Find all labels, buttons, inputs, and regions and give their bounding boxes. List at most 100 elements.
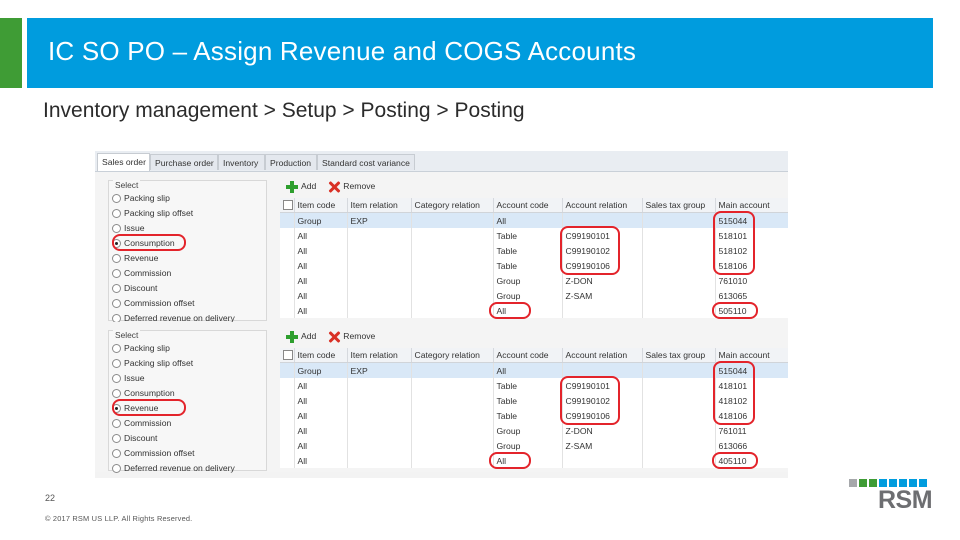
table-row[interactable]: Group EXP All 515044 xyxy=(280,212,788,228)
table-cell[interactable] xyxy=(347,393,412,408)
table-cell[interactable]: 613066 xyxy=(715,438,788,453)
remove-button[interactable]: Remove xyxy=(328,328,375,344)
table-cell[interactable] xyxy=(347,243,412,258)
radio-option-packing-slip-offset[interactable]: Packing slip offset xyxy=(112,356,193,371)
radio-button[interactable] xyxy=(112,344,121,354)
radio-option-commission-offset[interactable]: Commission offset xyxy=(112,446,195,461)
table-cell[interactable] xyxy=(411,258,494,273)
table-cell[interactable] xyxy=(411,273,494,288)
table-cell[interactable] xyxy=(642,408,716,423)
table-cell[interactable] xyxy=(642,273,716,288)
table-cell[interactable] xyxy=(642,423,716,438)
table-cell[interactable] xyxy=(347,258,412,273)
tab-standard-cost-variance[interactable]: Standard cost variance xyxy=(317,154,415,170)
table-cell[interactable] xyxy=(411,453,494,468)
table-cell[interactable] xyxy=(642,288,716,303)
table-cell[interactable]: All xyxy=(294,453,348,468)
radio-button[interactable] xyxy=(112,359,121,369)
table-cell[interactable]: All xyxy=(493,212,563,228)
table-cell[interactable]: Group xyxy=(294,212,348,228)
table-cell[interactable]: Z-SAM xyxy=(562,288,643,303)
tab-purchase-order[interactable]: Purchase order xyxy=(150,154,218,170)
table-cell[interactable] xyxy=(411,408,494,423)
column-header-item-relation[interactable]: Item relation xyxy=(347,198,412,213)
radio-button[interactable] xyxy=(112,464,121,474)
table-cell[interactable] xyxy=(347,438,412,453)
table-cell[interactable]: Table xyxy=(493,408,563,423)
table-row[interactable]: All Table C99190101 518101 xyxy=(280,228,788,243)
table-cell[interactable] xyxy=(411,243,494,258)
table-cell[interactable] xyxy=(642,303,716,318)
tab-production[interactable]: Production xyxy=(265,154,317,170)
radio-option-discount[interactable]: Discount xyxy=(112,281,157,296)
table-cell[interactable] xyxy=(347,378,412,393)
table-cell[interactable] xyxy=(411,228,494,243)
column-header-item-relation[interactable]: Item relation xyxy=(347,348,412,363)
table-cell[interactable]: Group xyxy=(294,362,348,378)
column-header-category-relation[interactable]: Category relation xyxy=(411,348,494,363)
radio-button[interactable] xyxy=(112,269,121,279)
table-cell[interactable] xyxy=(411,362,494,378)
table-cell[interactable]: All xyxy=(493,362,563,378)
table-cell[interactable]: Z-DON xyxy=(562,423,643,438)
table-row[interactable]: All Table C99190102 518102 xyxy=(280,243,788,258)
table-cell[interactable] xyxy=(347,273,412,288)
radio-button[interactable] xyxy=(112,299,121,309)
table-cell[interactable] xyxy=(642,258,716,273)
column-header-sales-tax-group[interactable]: Sales tax group xyxy=(642,198,716,213)
table-cell[interactable] xyxy=(562,303,643,318)
radio-option-packing-slip[interactable]: Packing slip xyxy=(112,191,170,206)
table-cell[interactable] xyxy=(347,228,412,243)
table-cell[interactable]: Z-SAM xyxy=(562,438,643,453)
table-cell[interactable]: All xyxy=(294,288,348,303)
table-cell[interactable] xyxy=(642,438,716,453)
select-all-checkbox[interactable] xyxy=(283,350,293,361)
remove-button[interactable]: Remove xyxy=(328,178,375,194)
table-cell[interactable]: EXP xyxy=(347,362,412,378)
column-header-account-code[interactable]: Account code xyxy=(493,198,563,213)
column-header-account-code[interactable]: Account code xyxy=(493,348,563,363)
table-row[interactable]: All Table C99190106 418106 xyxy=(280,408,788,423)
table-row[interactable]: All Table C99190106 518106 xyxy=(280,258,788,273)
table-cell[interactable]: All xyxy=(294,243,348,258)
table-cell[interactable]: All xyxy=(294,258,348,273)
table-cell[interactable]: All xyxy=(294,408,348,423)
table-cell[interactable] xyxy=(347,408,412,423)
table-row[interactable]: All Group Z-DON 761010 xyxy=(280,273,788,288)
column-header-category-relation[interactable]: Category relation xyxy=(411,198,494,213)
table-cell[interactable]: Table xyxy=(493,243,563,258)
table-cell[interactable]: All xyxy=(294,393,348,408)
table-cell[interactable] xyxy=(642,378,716,393)
table-cell[interactable] xyxy=(642,212,716,228)
radio-button[interactable] xyxy=(112,209,121,219)
table-cell[interactable]: All xyxy=(294,228,348,243)
table-cell[interactable] xyxy=(411,393,494,408)
table-row[interactable]: All Group Z-DON 761011 xyxy=(280,423,788,438)
table-cell[interactable]: All xyxy=(294,378,348,393)
table-row[interactable]: All Table C99190101 418101 xyxy=(280,378,788,393)
radio-button[interactable] xyxy=(112,389,121,399)
radio-option-packing-slip[interactable]: Packing slip xyxy=(112,341,170,356)
table-cell[interactable]: All xyxy=(294,303,348,318)
radio-button[interactable] xyxy=(112,284,121,294)
radio-button[interactable] xyxy=(112,449,121,459)
table-cell[interactable]: 613065 xyxy=(715,288,788,303)
table-row[interactable]: Group EXP All 515044 xyxy=(280,362,788,378)
radio-option-commission-offset[interactable]: Commission offset xyxy=(112,296,195,311)
radio-option-deferred-revenue-on-delivery[interactable]: Deferred revenue on delivery xyxy=(112,461,235,476)
table-row[interactable]: All Group Z-SAM 613065 xyxy=(280,288,788,303)
table-cell[interactable] xyxy=(411,212,494,228)
table-row[interactable]: All Table C99190102 418102 xyxy=(280,393,788,408)
table-cell[interactable]: Group xyxy=(493,288,563,303)
column-header-sales-tax-group[interactable]: Sales tax group xyxy=(642,348,716,363)
table-cell[interactable]: Z-DON xyxy=(562,273,643,288)
table-cell[interactable]: 761011 xyxy=(715,423,788,438)
radio-option-commission[interactable]: Commission xyxy=(112,416,171,431)
radio-option-discount[interactable]: Discount xyxy=(112,431,157,446)
radio-button[interactable] xyxy=(112,254,121,264)
table-cell[interactable]: Group xyxy=(493,423,563,438)
table-cell[interactable] xyxy=(347,423,412,438)
radio-option-issue[interactable]: Issue xyxy=(112,371,145,386)
table-cell[interactable]: Table xyxy=(493,378,563,393)
table-cell[interactable]: Group xyxy=(493,438,563,453)
